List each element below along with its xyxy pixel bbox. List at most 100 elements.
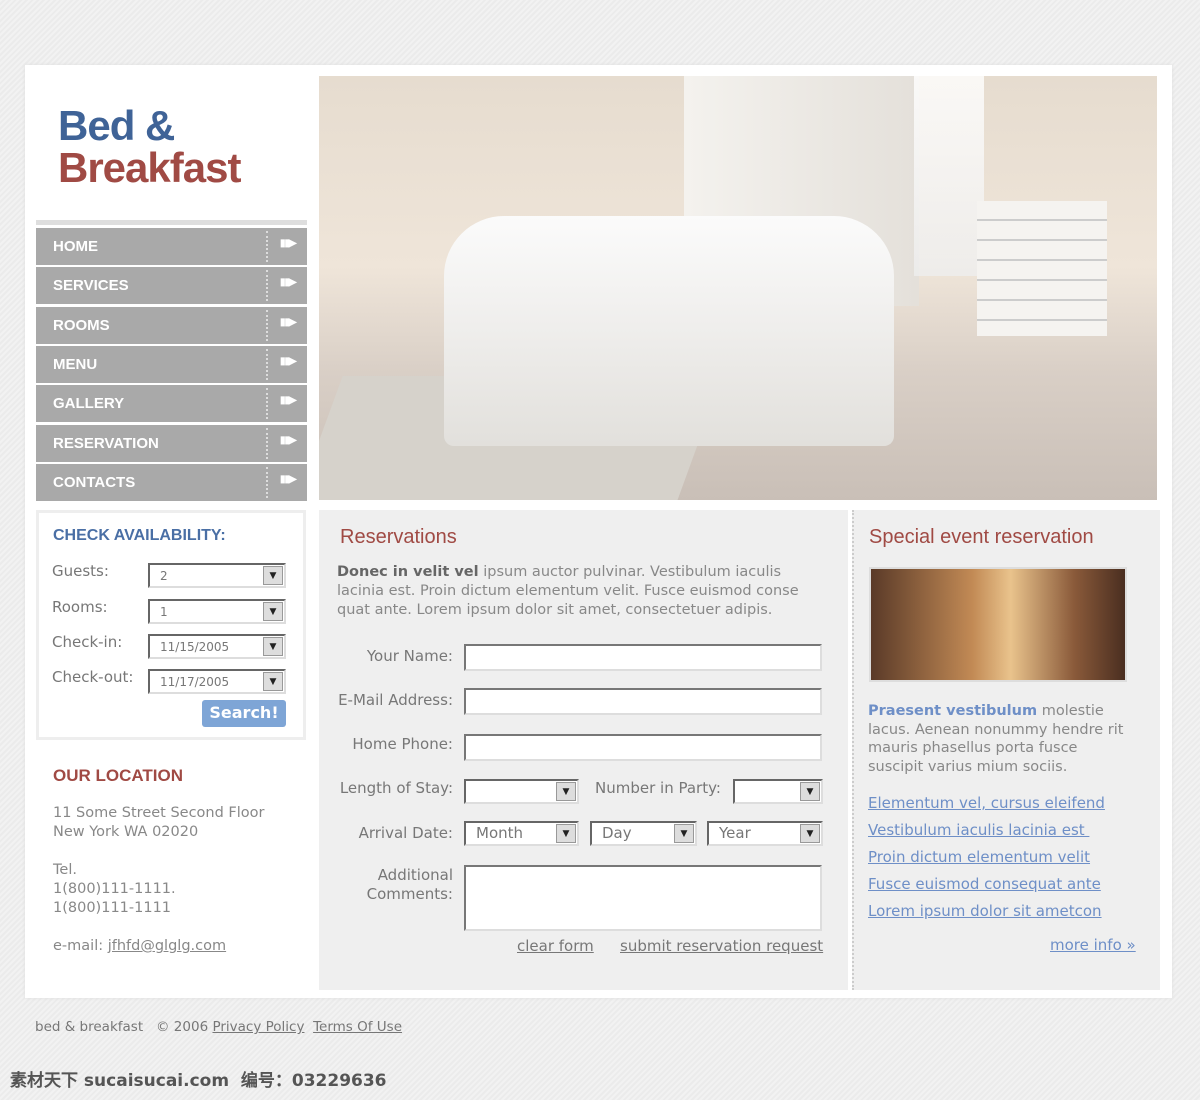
phone-label: Home Phone:: [352, 735, 453, 753]
arrow-right-icon: ▮▮▶: [280, 473, 297, 485]
email-label: e-mail:: [53, 938, 104, 954]
chevron-down-icon: ▼: [674, 824, 694, 843]
comments-label: Additional Comments:: [318, 866, 453, 904]
nav-divider: [266, 427, 268, 459]
logo[interactable]: Bed &: [58, 102, 175, 150]
nav-divider: [266, 231, 268, 262]
nav-item-rooms[interactable]: ROOMS ▮▮▶: [36, 306, 307, 344]
chevron-down-icon: ▼: [556, 824, 576, 843]
chevron-down-icon: ▼: [800, 782, 820, 801]
year-value: Year: [719, 824, 751, 842]
special-link[interactable]: Lorem ipsum dolor sit ametcon: [868, 902, 1105, 929]
search-button[interactable]: Search!: [202, 700, 286, 727]
tel1: 1(800)111-1111.: [53, 881, 176, 897]
footer-copyright: © 2006: [156, 1019, 209, 1035]
comments-label-1: Additional: [377, 866, 453, 884]
availability-select[interactable]: 11/17/2005 ▼: [148, 669, 286, 694]
select-value: 11/15/2005: [160, 640, 230, 654]
address-line1: 11 Some Street Second Floor: [53, 805, 265, 821]
nav-item-contacts[interactable]: CONTACTS ▮▮▶: [36, 463, 307, 501]
availability-label: Check-in:: [52, 633, 123, 651]
stay-select[interactable]: ▼: [464, 779, 579, 804]
tel-label: Tel.: [53, 862, 77, 878]
day-value: Day: [602, 824, 632, 842]
footer-brand: bed & breakfast: [35, 1019, 144, 1035]
chevron-down-icon: ▼: [263, 566, 283, 585]
nav-divider: [266, 388, 268, 420]
restaurant-photo: [869, 567, 1127, 682]
nav-item-label: CONTACTS: [53, 473, 136, 491]
year-select[interactable]: Year ▼: [707, 821, 823, 846]
footer: bed & breakfast © 2006 Privacy Policy Te…: [35, 1019, 402, 1035]
month-select[interactable]: Month ▼: [464, 821, 579, 846]
nav-item-home[interactable]: HOME ▮▮▶: [36, 228, 307, 265]
name-label: Your Name:: [366, 647, 453, 665]
nav-item-label: SERVICES: [53, 277, 129, 295]
special-link[interactable]: Elementum vel, cursus eleifend: [868, 794, 1105, 821]
party-select[interactable]: ▼: [733, 779, 823, 804]
availability-select[interactable]: 1 ▼: [148, 599, 286, 624]
day-select[interactable]: Day ▼: [590, 821, 697, 846]
availability-label: Check-out:: [52, 668, 134, 686]
special-intro: Praesent vestibulum molestie lacus. Aene…: [868, 702, 1128, 776]
nav-item-menu[interactable]: MENU ▮▮▶: [36, 345, 307, 383]
comments-textarea[interactable]: [464, 865, 822, 931]
comments-label-2: Comments:: [366, 885, 453, 903]
hero-bedroom-photo: [319, 76, 1157, 500]
chevron-down-icon: ▼: [556, 782, 576, 801]
chevron-down-icon: ▼: [263, 672, 283, 691]
arrow-right-icon: ▮▮▶: [280, 355, 297, 367]
nav-divider: [266, 309, 268, 341]
location-section: OUR LOCATION 11 Some Street Second Floor…: [53, 766, 265, 956]
check-availability-title: CHECK AVAILABILITY:: [53, 527, 226, 544]
availability-select[interactable]: 2 ▼: [148, 563, 286, 588]
special-intro-bold: Praesent vestibulum: [868, 703, 1038, 719]
availability-select[interactable]: 11/15/2005 ▼: [148, 634, 286, 659]
email-input[interactable]: [464, 688, 822, 715]
nav-item-label: RESERVATION: [53, 434, 159, 452]
chevron-down-icon: ▼: [800, 824, 820, 843]
arrow-right-icon: ▮▮▶: [280, 395, 297, 407]
phone-input[interactable]: [464, 734, 822, 761]
nav-item-reservation[interactable]: RESERVATION ▮▮▶: [36, 424, 307, 462]
submit-reservation-link[interactable]: submit reservation request: [620, 937, 823, 955]
email-link[interactable]: jfhfd@glglg.com: [108, 938, 226, 954]
reservations-title: Reservations: [340, 526, 457, 548]
tel2: 1(800)111-1111: [53, 900, 172, 916]
privacy-policy-link[interactable]: Privacy Policy: [212, 1019, 304, 1035]
watermark: 素材天下 sucaisucai.com 编号：03229636: [10, 1071, 387, 1091]
special-title: Special event reservation: [869, 526, 1094, 548]
stay-label: Length of Stay:: [339, 779, 453, 797]
special-link[interactable]: Vestibulum iaculis lacinia est: [868, 821, 1105, 848]
address-line2: New York WA 02020: [53, 824, 199, 840]
nav-item-label: GALLERY: [53, 395, 125, 413]
name-input[interactable]: [464, 644, 822, 671]
arrow-right-icon: ▮▮▶: [280, 316, 297, 328]
availability-label: Rooms:: [52, 598, 108, 616]
select-value: 1: [160, 605, 168, 619]
nav-divider: [266, 466, 268, 498]
arrival-label: Arrival Date:: [358, 824, 453, 842]
select-value: 11/17/2005: [160, 675, 230, 689]
nav-item-gallery[interactable]: GALLERY ▮▮▶: [36, 385, 307, 423]
nav-item-services[interactable]: SERVICES ▮▮▶: [36, 267, 307, 305]
nav-item-label: MENU: [53, 355, 98, 373]
location-title: OUR LOCATION: [53, 766, 184, 785]
month-value: Month: [476, 824, 524, 842]
special-link[interactable]: Fusce euismod consequat ante: [868, 875, 1105, 902]
arrow-right-icon: ▮▮▶: [280, 434, 297, 446]
chevron-down-icon: ▼: [263, 602, 283, 621]
intro-bold: Donec in velit vel: [337, 564, 479, 580]
terms-of-use-link[interactable]: Terms Of Use: [313, 1019, 402, 1035]
nav-divider: [266, 348, 268, 380]
special-link[interactable]: Proin dictum elementum velit: [868, 848, 1105, 875]
select-value: 2: [160, 569, 168, 583]
more-info-link[interactable]: more info »: [1050, 936, 1136, 954]
reservations-intro: Donec in velit vel ipsum auctor pulvinar…: [337, 563, 817, 620]
availability-label: Guests:: [52, 562, 109, 580]
nav-item-label: HOME: [53, 238, 98, 255]
nav-divider: [36, 220, 307, 225]
clear-form-link[interactable]: clear form: [517, 937, 594, 955]
party-label: Number in Party:: [595, 779, 721, 797]
logo-line2[interactable]: Breakfast: [58, 144, 241, 192]
